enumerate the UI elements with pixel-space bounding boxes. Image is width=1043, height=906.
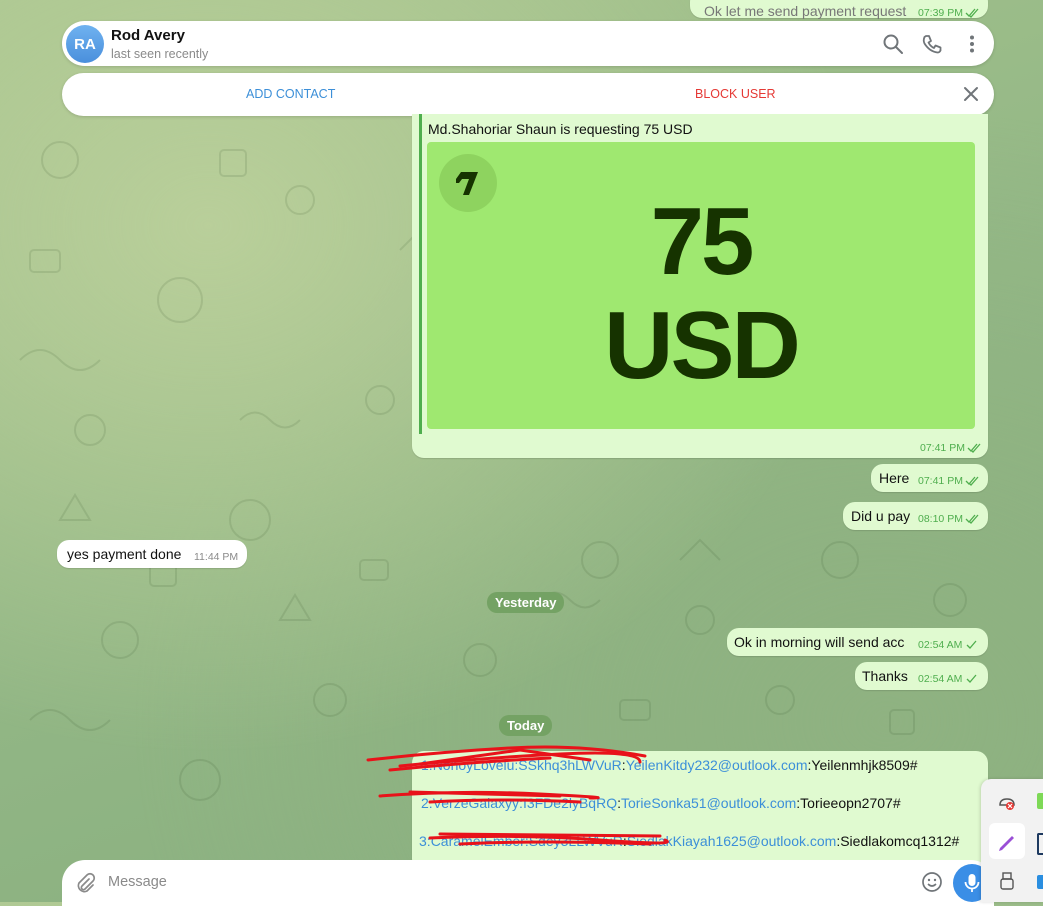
message-text: Did u pay <box>851 508 911 524</box>
green-tab-icon[interactable] <box>1037 793 1043 809</box>
message-text: Ok in morning will send acc <box>734 634 905 650</box>
message-time: 07:41 PM <box>920 442 981 454</box>
payment-preview-card[interactable]: 75 USD <box>427 142 975 429</box>
chat-header: RA Rod Avery last seen recently <box>62 21 994 66</box>
contact-status: last seen recently <box>111 47 209 61</box>
emoji-icon[interactable] <box>921 871 943 893</box>
add-contact-button[interactable]: ADD CONTACT <box>246 87 335 101</box>
message-text: Thanks <box>862 668 908 684</box>
time-label: 07:41 PM <box>918 475 963 487</box>
double-check-icon <box>965 8 979 18</box>
message-text: Ok let me send payment request <box>704 3 907 19</box>
payment-request-caption: Md.Shahoriar Shaun is requesting 75 USD <box>428 121 693 137</box>
extension-side-panel <box>981 779 1043 902</box>
paperclip-icon[interactable] <box>74 872 96 894</box>
message-bubble: Thanks 02:54 AM <box>855 662 988 690</box>
double-check-icon <box>965 514 979 524</box>
double-check-icon <box>967 443 981 453</box>
account-redacted: CaramelEmber:Sdey3LLWVuR <box>430 833 623 849</box>
message-bubble-partial: Ok let me send payment request 07:39 PM <box>690 0 988 19</box>
date-separator: Yesterday <box>487 592 565 613</box>
single-check-icon <box>966 640 977 649</box>
quote-bar <box>419 114 422 434</box>
message-bubble: Ok in morning will send acc 02:54 AM <box>727 628 988 656</box>
account-redacted: NonoyLovelu:SSkhq3hLWVuR <box>432 757 622 773</box>
payment-request-message: Md.Shahoriar Shaun is requesting 75 USD … <box>412 114 988 458</box>
message-bubble-incoming: yes payment done 11:44 PM <box>57 540 247 568</box>
tab-bracket-icon[interactable] <box>1037 833 1043 855</box>
message-composer <box>62 860 994 906</box>
block-user-button[interactable]: BLOCK USER <box>695 87 776 101</box>
avatar[interactable]: RA <box>66 25 104 63</box>
message-time: 02:54 AM <box>918 673 978 685</box>
account-line-1: 1:NonoyLovelu:SSkhq3hLWVuR:YeilenKitdy23… <box>421 757 918 773</box>
date-separator: Today <box>499 715 553 736</box>
pen-icon <box>999 836 1014 851</box>
usb-icon[interactable] <box>999 871 1015 891</box>
account-line-2: 2:VerzeGalaxyy:I3FDe2lyBqRQ:TorieSonka51… <box>421 795 901 811</box>
message-text: yes payment done <box>67 546 182 562</box>
account-email-link[interactable]: TorieSonka51@outlook.com <box>621 795 796 811</box>
close-icon[interactable] <box>962 85 980 103</box>
double-check-icon <box>965 476 979 486</box>
account-password: :Yeilenmhjk8509# <box>807 757 918 773</box>
more-vertical-icon[interactable] <box>961 33 983 55</box>
search-icon[interactable] <box>882 33 904 55</box>
time-label: 02:54 AM <box>918 639 963 651</box>
account-prefix: 3: <box>419 833 431 849</box>
message-text: Here <box>879 470 910 486</box>
account-line-3: 3:CaramelEmber:Sdey3LLWVuR:SiedlakKiayah… <box>419 833 960 849</box>
account-prefix: 1: <box>421 757 433 773</box>
message-time: 07:41 PM <box>918 475 979 487</box>
account-email-link[interactable]: YeilenKitdy232@outlook.com <box>626 757 808 773</box>
account-email-link[interactable]: SiedlakKiayah1625@outlook.com <box>627 833 837 849</box>
message-bubble: Did u pay 08:10 PM <box>843 502 988 530</box>
payment-amount: 75 <box>650 188 755 295</box>
time-label: 02:54 AM <box>918 673 963 685</box>
blue-tab-icon[interactable] <box>1037 875 1043 889</box>
account-prefix: 2: <box>421 795 433 811</box>
contact-action-bar: ADD CONTACT BLOCK USER <box>62 73 994 116</box>
single-check-icon <box>966 674 977 683</box>
account-password: :Siedlakomcq1312# <box>836 833 960 849</box>
message-time: 07:39 PM <box>918 7 979 19</box>
account-redacted: VerzeGalaxyy:I3FDe2lyBqRQ <box>432 795 618 811</box>
message-time: 11:44 PM <box>194 551 238 563</box>
pen-button[interactable] <box>989 823 1025 859</box>
message-time: 02:54 AM <box>918 639 978 651</box>
message-time: 08:10 PM <box>918 513 979 525</box>
phone-icon[interactable] <box>921 33 943 55</box>
time-label: 07:41 PM <box>920 442 965 454</box>
account-password: :Torieeopn2707# <box>796 795 901 811</box>
accounts-message: 1:NonoyLovelu:SSkhq3hLWVuR:YeilenKitdy23… <box>412 751 988 871</box>
blocked-icon[interactable] <box>997 793 1017 813</box>
microphone-icon <box>964 874 980 892</box>
contact-name[interactable]: Rod Avery <box>111 27 185 44</box>
message-input[interactable] <box>106 873 890 891</box>
time-label: 08:10 PM <box>918 513 963 525</box>
message-bubble: Here 07:41 PM <box>871 464 988 492</box>
time-label: 07:39 PM <box>918 7 963 19</box>
payment-currency: USD <box>604 292 801 399</box>
time-label: 11:44 PM <box>194 551 239 563</box>
